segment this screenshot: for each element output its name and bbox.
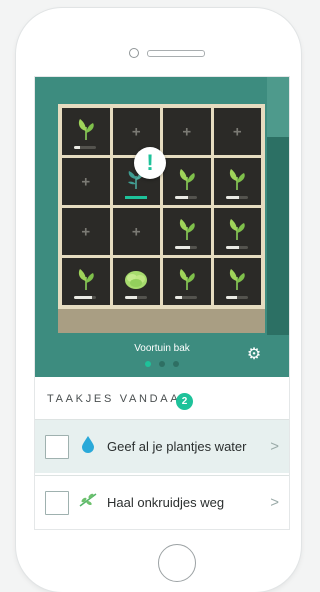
plant-plot-cell[interactable] [213,158,261,205]
growth-bar [124,196,147,199]
plant-plot-cell[interactable] [213,208,261,255]
task-checkbox[interactable] [45,490,69,515]
tasks-heading: TAAKJES VANDAAG [47,393,192,405]
growth-bar [175,296,197,299]
growth-bar-fill [175,246,191,249]
garden-hero: + + + + + + ! Voortuin bak ⚙ [35,77,289,377]
page-dot[interactable] [159,361,165,367]
page-indicator [145,361,179,367]
front-camera [129,48,139,58]
task-label: Geef al je plantjes water [107,439,247,454]
growth-bar-fill [175,196,189,199]
plus-icon: + [131,223,141,240]
home-button[interactable] [158,544,196,582]
growth-bar [74,296,96,299]
gear-icon[interactable]: ⚙ [246,347,262,363]
empty-plot-cell[interactable]: + [62,158,110,205]
growth-bar-fill [175,296,182,299]
growth-bar [225,296,248,299]
page-dot[interactable] [145,361,151,367]
plus-icon: + [131,123,141,140]
plant-plot-cell[interactable] [62,258,110,305]
plus-icon: + [232,123,242,140]
empty-plot-cell[interactable]: + [213,108,261,155]
growth-bar-fill [225,296,237,299]
task-checkbox[interactable] [45,434,69,459]
hero-side-top [267,77,289,137]
growth-bar [225,196,248,199]
growth-bar [124,296,147,299]
garden-grid: + + + + + + [62,108,261,305]
hero-side-panel [267,137,289,335]
plus-icon: + [81,223,91,240]
garden-bed-base [58,309,265,333]
growth-bar [175,246,197,249]
chevron-right-icon: > [270,494,279,511]
empty-plot-cell[interactable]: + [163,108,211,155]
plus-icon: + [81,173,91,190]
task-row-water[interactable]: Geef al je plantjes water > [35,419,289,473]
growth-bar-fill [74,146,80,149]
plant-plot-cell[interactable] [163,208,211,255]
plant-plot-cell[interactable] [163,158,211,205]
growth-bar-fill [225,246,239,249]
plus-icon: + [182,123,192,140]
chevron-right-icon: > [270,438,279,455]
app-screen: + + + + + + ! Voortuin bak ⚙ TAAKJES VANDAAG … [34,76,290,530]
growth-bar [225,246,248,249]
alert-badge[interactable]: ! [134,147,166,179]
growth-bar-fill [74,296,92,299]
task-count-badge: 2 [176,393,193,410]
empty-plot-cell[interactable]: + [112,208,160,255]
weed-icon [79,493,97,512]
growth-bar [175,196,197,199]
plant-plot-cell[interactable] [213,258,261,305]
growth-bar-fill [124,296,137,299]
empty-plot-cell[interactable]: + [62,208,110,255]
growth-bar-fill [225,196,239,199]
task-row-weeds[interactable]: Haal onkruidjes weg > [35,475,289,529]
plant-plot-cell[interactable] [163,258,211,305]
water-drop-icon [79,435,97,458]
growth-bar [74,146,96,149]
task-label: Haal onkruidjes weg [107,495,225,510]
page-dot[interactable] [173,361,179,367]
speaker-slot [147,50,205,57]
plant-plot-cell[interactable] [62,108,110,155]
plant-plot-cell[interactable] [112,258,160,305]
